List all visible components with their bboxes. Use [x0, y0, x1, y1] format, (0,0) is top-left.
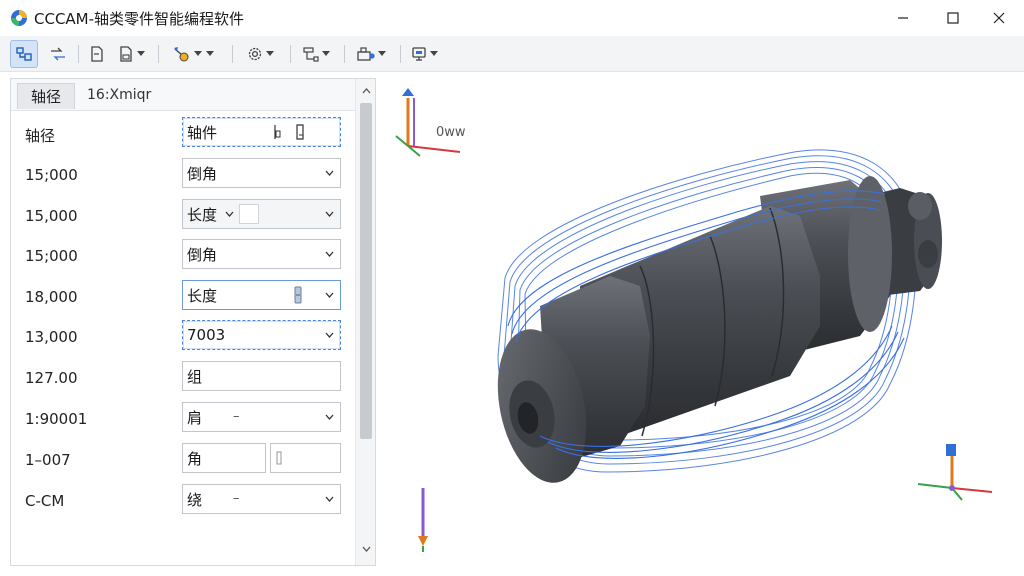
world-axis-triad [917, 444, 993, 501]
angle-field[interactable]: 角 [182, 443, 266, 473]
maximize-icon [947, 12, 959, 24]
machine-button[interactable] [350, 40, 394, 68]
document-icon [91, 46, 103, 62]
field-value: 角 [187, 449, 203, 468]
document-button[interactable] [84, 40, 110, 68]
scroll-up-button[interactable] [356, 83, 376, 99]
row-label: 13,000 [25, 328, 78, 346]
color-swatch[interactable] [239, 204, 259, 224]
main-toolbar [0, 36, 1024, 72]
path-sync-button[interactable] [44, 40, 72, 68]
machine-icon [357, 47, 375, 61]
bracket-icon [276, 451, 282, 465]
tree-view-icon [303, 47, 319, 62]
close-icon [993, 12, 1005, 24]
part-type-field[interactable]: 轴件 [182, 117, 341, 147]
toolpath-button[interactable] [164, 40, 224, 68]
row-label: 15,000 [25, 207, 78, 225]
group-field[interactable]: 组 [182, 361, 341, 391]
title-bar: CCCAM-轴类零件智能编程软件 [0, 0, 1024, 36]
viewport-canvas[interactable]: 0ww [380, 76, 1024, 576]
wrap-select[interactable]: 绕 – [182, 484, 341, 514]
row-label: 18,000 [25, 288, 78, 306]
panel-tab-strip: 轴径 16:Xmiqr [11, 79, 356, 111]
chamfer-select-1[interactable]: 倒角 [182, 158, 341, 188]
chevron-down-icon [322, 281, 336, 309]
chevron-down-icon [362, 546, 370, 552]
chevron-down-icon [322, 159, 336, 187]
field-value: 长度 [187, 205, 218, 224]
row-label: C-CM [25, 492, 65, 510]
field-value: 组 [187, 367, 203, 386]
tab-shaft-diameter[interactable]: 轴径 [17, 83, 75, 109]
app-logo-icon [11, 10, 27, 26]
panel-scrollbar[interactable] [355, 79, 375, 565]
display-button[interactable] [404, 40, 446, 68]
chevron-down-icon [204, 40, 216, 68]
close-button[interactable] [976, 0, 1022, 36]
chevron-down-icon [376, 40, 388, 68]
maximize-button[interactable] [930, 0, 976, 36]
angle-extra-field[interactable] [270, 443, 341, 473]
chevron-up-icon [362, 88, 370, 94]
field-value: 长度 [187, 286, 218, 305]
document-settings-icon [120, 46, 132, 62]
row-label: 1:90001 [25, 410, 88, 428]
vertical-axis-indicator [418, 488, 428, 552]
3d-viewport[interactable]: 0ww [380, 76, 1024, 576]
minimize-button[interactable] [880, 0, 926, 36]
document-marker-icon [296, 124, 304, 140]
slider-handle-icon [294, 286, 302, 304]
path-sync-icon [51, 47, 65, 61]
scroll-thumb[interactable] [360, 103, 372, 439]
panel-title: 16:Xmiqr [87, 87, 152, 103]
chevron-down-icon [322, 485, 336, 513]
minimize-icon [898, 17, 908, 19]
chevron-down-icon [322, 403, 336, 431]
display-icon [412, 47, 426, 61]
chamfer-select-2[interactable]: 倒角 [182, 239, 341, 269]
layout-icon [16, 47, 32, 61]
value-combo[interactable]: 7003 [182, 320, 341, 350]
chevron-down-icon [428, 40, 440, 68]
chevron-down-icon [192, 40, 204, 68]
row-label: 轴径 [25, 127, 56, 145]
field-value: 倒角 [187, 164, 218, 183]
view-axis-triad: 0ww [395, 88, 466, 157]
row-label: 127.00 [25, 369, 78, 387]
field-value: 7003 [187, 326, 226, 344]
chevron-down-icon [322, 321, 336, 349]
chevron-down-icon [322, 240, 336, 268]
parameter-panel: 轴径 16:Xmiqr 轴径 轴件 15;000 倒角 15,000 长度 15… [10, 78, 376, 566]
row-label: 15;000 [25, 247, 78, 265]
length-select-1[interactable]: 长度 [182, 199, 341, 229]
field-value: 肩 [187, 408, 203, 427]
row-label: 15;000 [25, 166, 78, 184]
chevron-down-icon [320, 40, 332, 68]
length-select-2[interactable]: 长度 [182, 280, 341, 310]
shoulder-select[interactable]: 肩 – [182, 402, 341, 432]
layout-button[interactable] [10, 40, 38, 68]
scroll-down-button[interactable] [356, 541, 376, 557]
toolpath-icon [174, 47, 189, 62]
axis-label: 0ww [436, 125, 466, 140]
window-title: CCCAM-轴类零件智能编程软件 [34, 10, 245, 28]
field-value: 倒角 [187, 245, 218, 264]
row-label: 1–007 [25, 451, 71, 469]
chevron-down-icon [264, 40, 276, 68]
field-minor: – [233, 491, 240, 506]
shaft-part [497, 176, 942, 483]
cursor-marker-icon [274, 125, 281, 139]
chevron-down-icon [135, 40, 147, 68]
gear-icon [248, 47, 262, 61]
chevron-down-icon [225, 211, 234, 217]
settings-button[interactable] [240, 40, 282, 68]
field-value: 绕 [187, 490, 203, 509]
tree-view-button[interactable] [296, 40, 338, 68]
field-value: 轴件 [187, 123, 218, 142]
document-settings-button[interactable] [112, 40, 152, 68]
field-minor: – [233, 409, 240, 424]
chevron-down-icon [322, 200, 336, 228]
